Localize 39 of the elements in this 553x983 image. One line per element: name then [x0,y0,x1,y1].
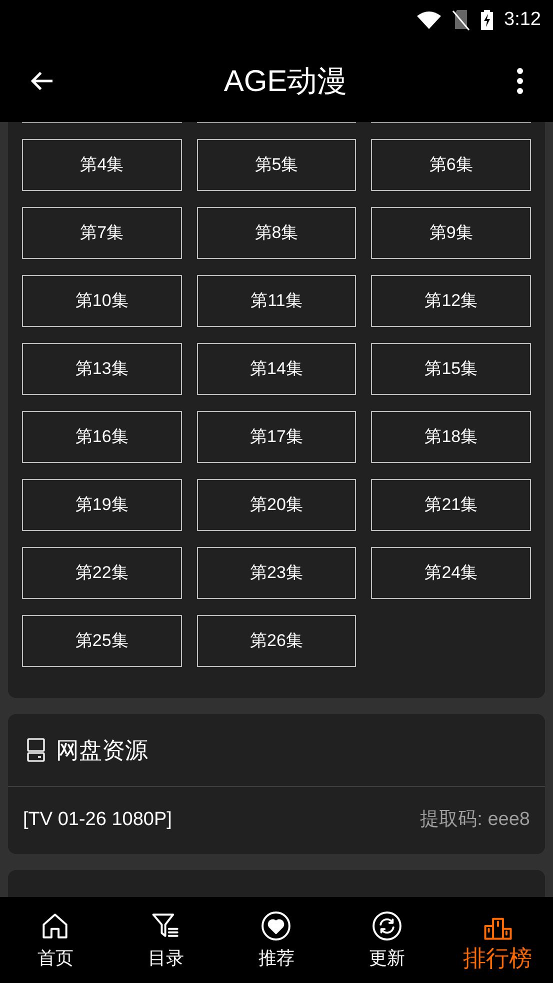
nav-tab[interactable]: 目录 [110,909,222,971]
episode-button[interactable]: 第17集 [196,411,356,463]
episode-button[interactable]: 第23集 [196,547,356,599]
episode-button[interactable]: 第6集 [371,139,531,191]
episode-button[interactable]: 第12集 [371,275,531,327]
wifi-icon [416,10,442,30]
episode-button[interactable]: 第4集 [22,139,182,191]
episode-button[interactable]: 第5集 [196,139,356,191]
episode-button[interactable]: 第21集 [371,479,531,531]
episode-button[interactable]: 第15集 [371,343,531,395]
episode-button[interactable]: 第8集 [196,207,356,259]
episode-button[interactable]: 第20集 [196,479,356,531]
nav-tab[interactable]: 推荐 [221,909,332,971]
nav-tab[interactable]: 首页 [0,909,111,971]
episode-button[interactable]: 第16集 [22,411,182,463]
drive-icon [26,737,46,763]
resource-name[interactable]: [TV 01-26 1080P] [23,806,172,835]
episode-button[interactable]: 第25集 [22,615,182,667]
episode-button[interactable]: 第24集 [371,547,531,599]
episode-button[interactable]: 第13集 [22,343,182,395]
refresh-icon [370,909,404,943]
episode-button[interactable]: 第11集 [196,275,356,327]
episode-button[interactable]: 第22集 [22,547,182,599]
no-sim-icon [452,9,470,31]
episode-button[interactable]: 第7集 [22,207,182,259]
episode-button[interactable]: 第18集 [371,411,531,463]
episode-button[interactable]: 第19集 [22,479,182,531]
more-menu-icon[interactable] [514,67,525,95]
episode-button[interactable]: 第10集 [22,275,182,327]
nav-tab[interactable]: 排行榜 [442,909,553,971]
episode-button[interactable]: 第9集 [371,207,531,259]
episode-button[interactable]: 第14集 [196,343,356,395]
section-title: 网盘资源 [56,736,148,765]
app-title: AGE动漫 [224,64,348,100]
battery-charging-icon [480,9,494,31]
extraction-code: 提取码: eee8 [420,808,530,832]
nav-tab[interactable]: 更新 [332,909,442,971]
status-time: 3:12 [504,8,541,32]
episode-button[interactable]: 第26集 [196,615,356,667]
